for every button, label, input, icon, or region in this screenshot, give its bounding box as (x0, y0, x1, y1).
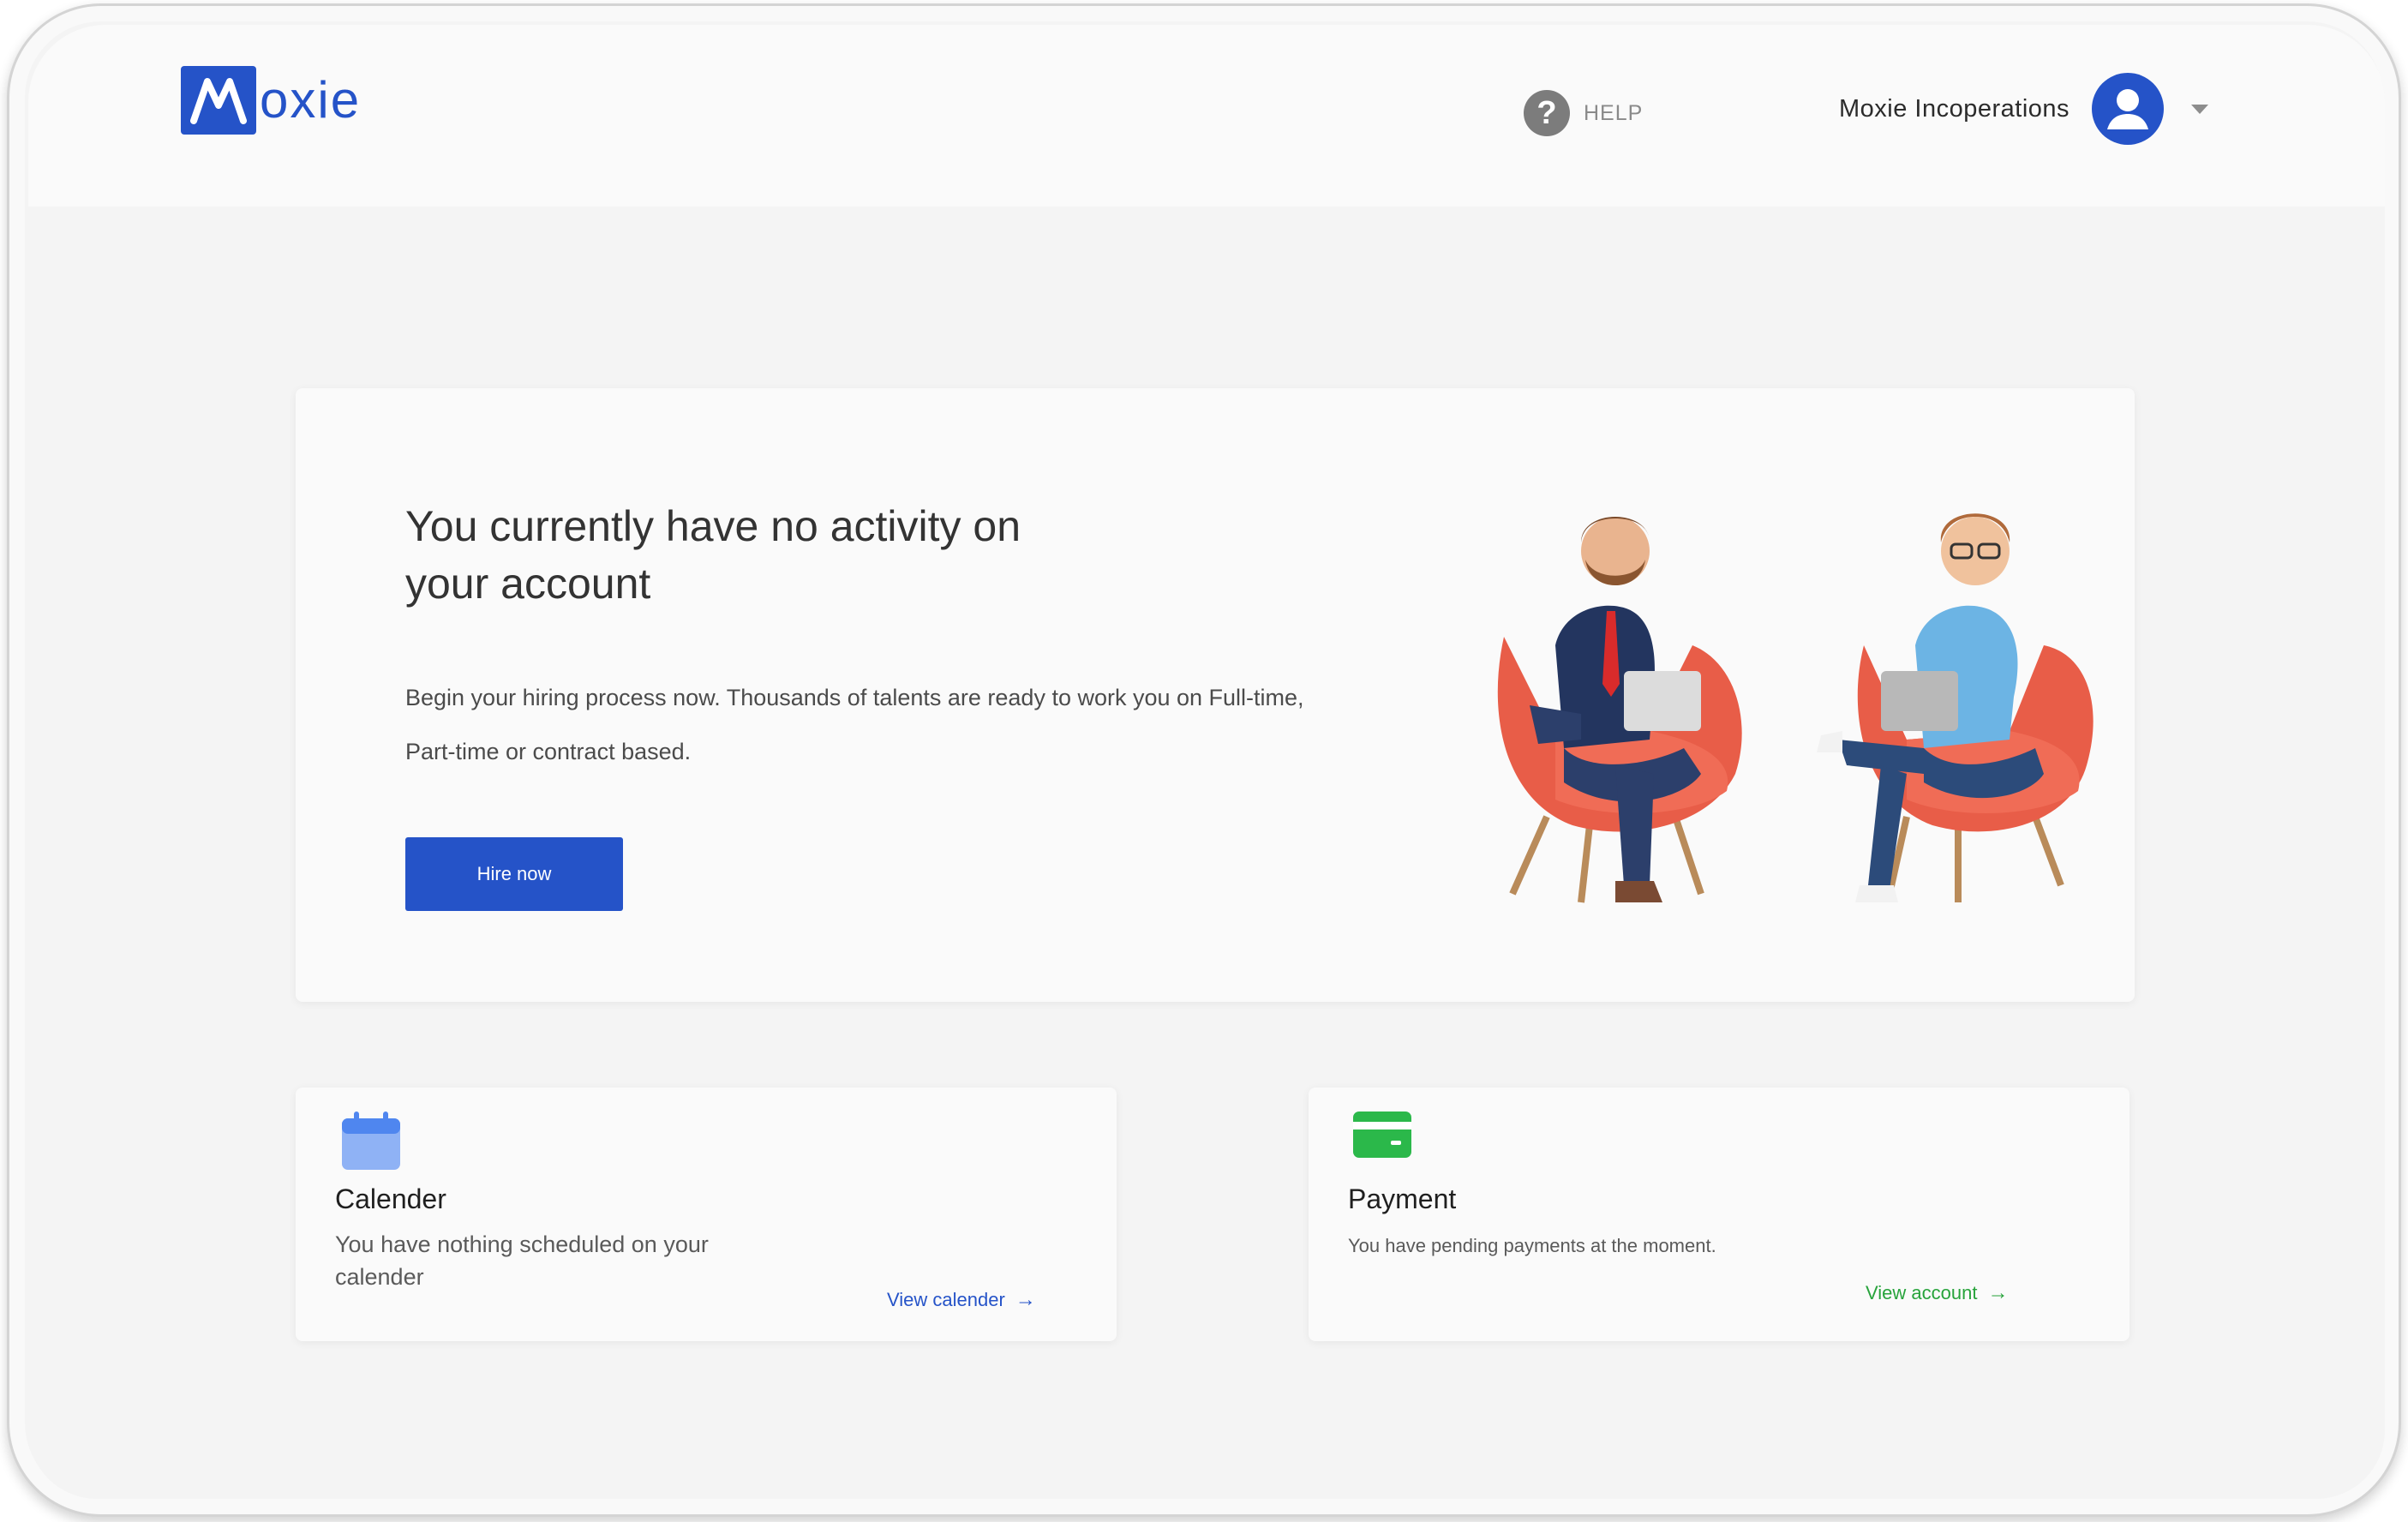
person-right (1817, 513, 2044, 902)
top-header: oxie ? HELP Moxie Incoperations (28, 25, 2385, 207)
payment-card: Payment You have pending payments at the… (1309, 1088, 2129, 1341)
logo-text: oxie (260, 71, 362, 129)
arrow-right-icon: → (1015, 1288, 1036, 1311)
person-left (1530, 517, 1701, 902)
hire-now-button[interactable]: Hire now (405, 837, 623, 911)
empty-state-card: You currently have no activity on your a… (296, 388, 2135, 1002)
avatar-person-icon (2107, 89, 2149, 129)
hero-title: You currently have no activity on your a… (405, 502, 1021, 608)
logo-mark (181, 66, 256, 135)
calendar-card-title: Calender (335, 1183, 446, 1214)
team-illustration (1497, 513, 2094, 903)
logo-m-icon (190, 78, 247, 124)
user-avatar-icon[interactable] (2092, 73, 2165, 145)
view-account-link[interactable]: View account → (1866, 1281, 2008, 1305)
help-question-icon: ? (1524, 90, 1570, 136)
payment-card-text: You have pending payments at the moment. (1348, 1235, 1716, 1256)
help-label: HELP (1584, 100, 1644, 125)
calendar-card: Calender You have nothing scheduled on y… (296, 1088, 1117, 1341)
payment-card-title: Payment (1348, 1183, 1457, 1214)
view-calendar-label: View calender (887, 1289, 1005, 1310)
view-account-label: View account (1866, 1282, 1978, 1303)
help-link[interactable]: ? HELP (1524, 90, 1643, 136)
account-menu[interactable]: Moxie Incoperations (1839, 73, 2209, 145)
chevron-down-icon[interactable] (2191, 104, 2209, 114)
view-calendar-link[interactable]: View calender → (887, 1288, 1036, 1312)
hero-description: Begin your hiring process now. Thousands… (405, 685, 1304, 764)
app-screen: oxie ? HELP Moxie Incoperations You curr… (28, 25, 2385, 1499)
moxie-logo[interactable]: oxie (181, 64, 361, 136)
device-frame: oxie ? HELP Moxie Incoperations You curr… (7, 3, 2401, 1517)
calendar-card-text: You have nothing scheduled on your calen… (335, 1231, 709, 1290)
calendar-icon (340, 1112, 402, 1176)
arrow-right-icon: → (1987, 1281, 2009, 1304)
account-name: Moxie Incoperations (1839, 94, 2070, 123)
payment-card-icon (1353, 1112, 1411, 1162)
